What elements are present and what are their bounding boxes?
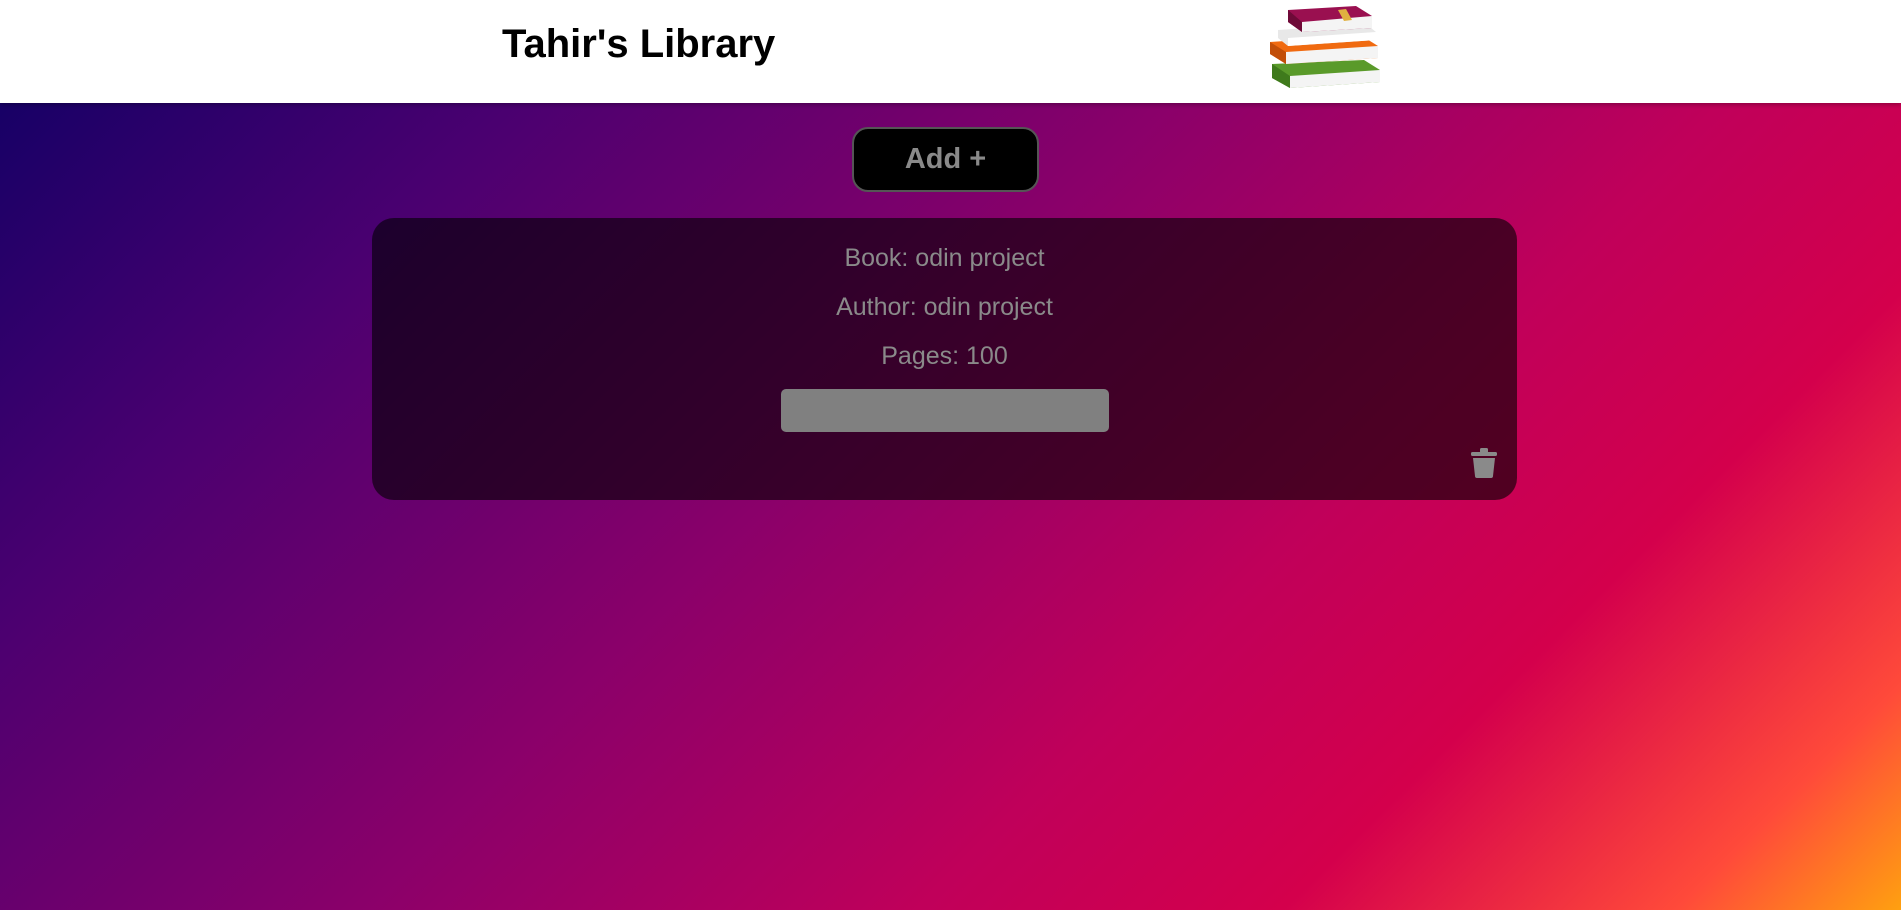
books-stack-icon: [1270, 6, 1380, 88]
book-title: Book: odin project: [844, 244, 1045, 272]
page-title: Tahir's Library: [502, 22, 776, 66]
book-card: Book: odin project Author: odin project …: [372, 218, 1517, 500]
read-status-button[interactable]: [781, 389, 1109, 432]
app-header: Tahir's Library: [0, 0, 1901, 103]
add-book-button[interactable]: Add +: [852, 127, 1039, 192]
book-author: Author: odin project: [836, 293, 1053, 321]
trash-icon[interactable]: [1470, 448, 1498, 478]
book-pages: Pages: 100: [881, 342, 1008, 370]
